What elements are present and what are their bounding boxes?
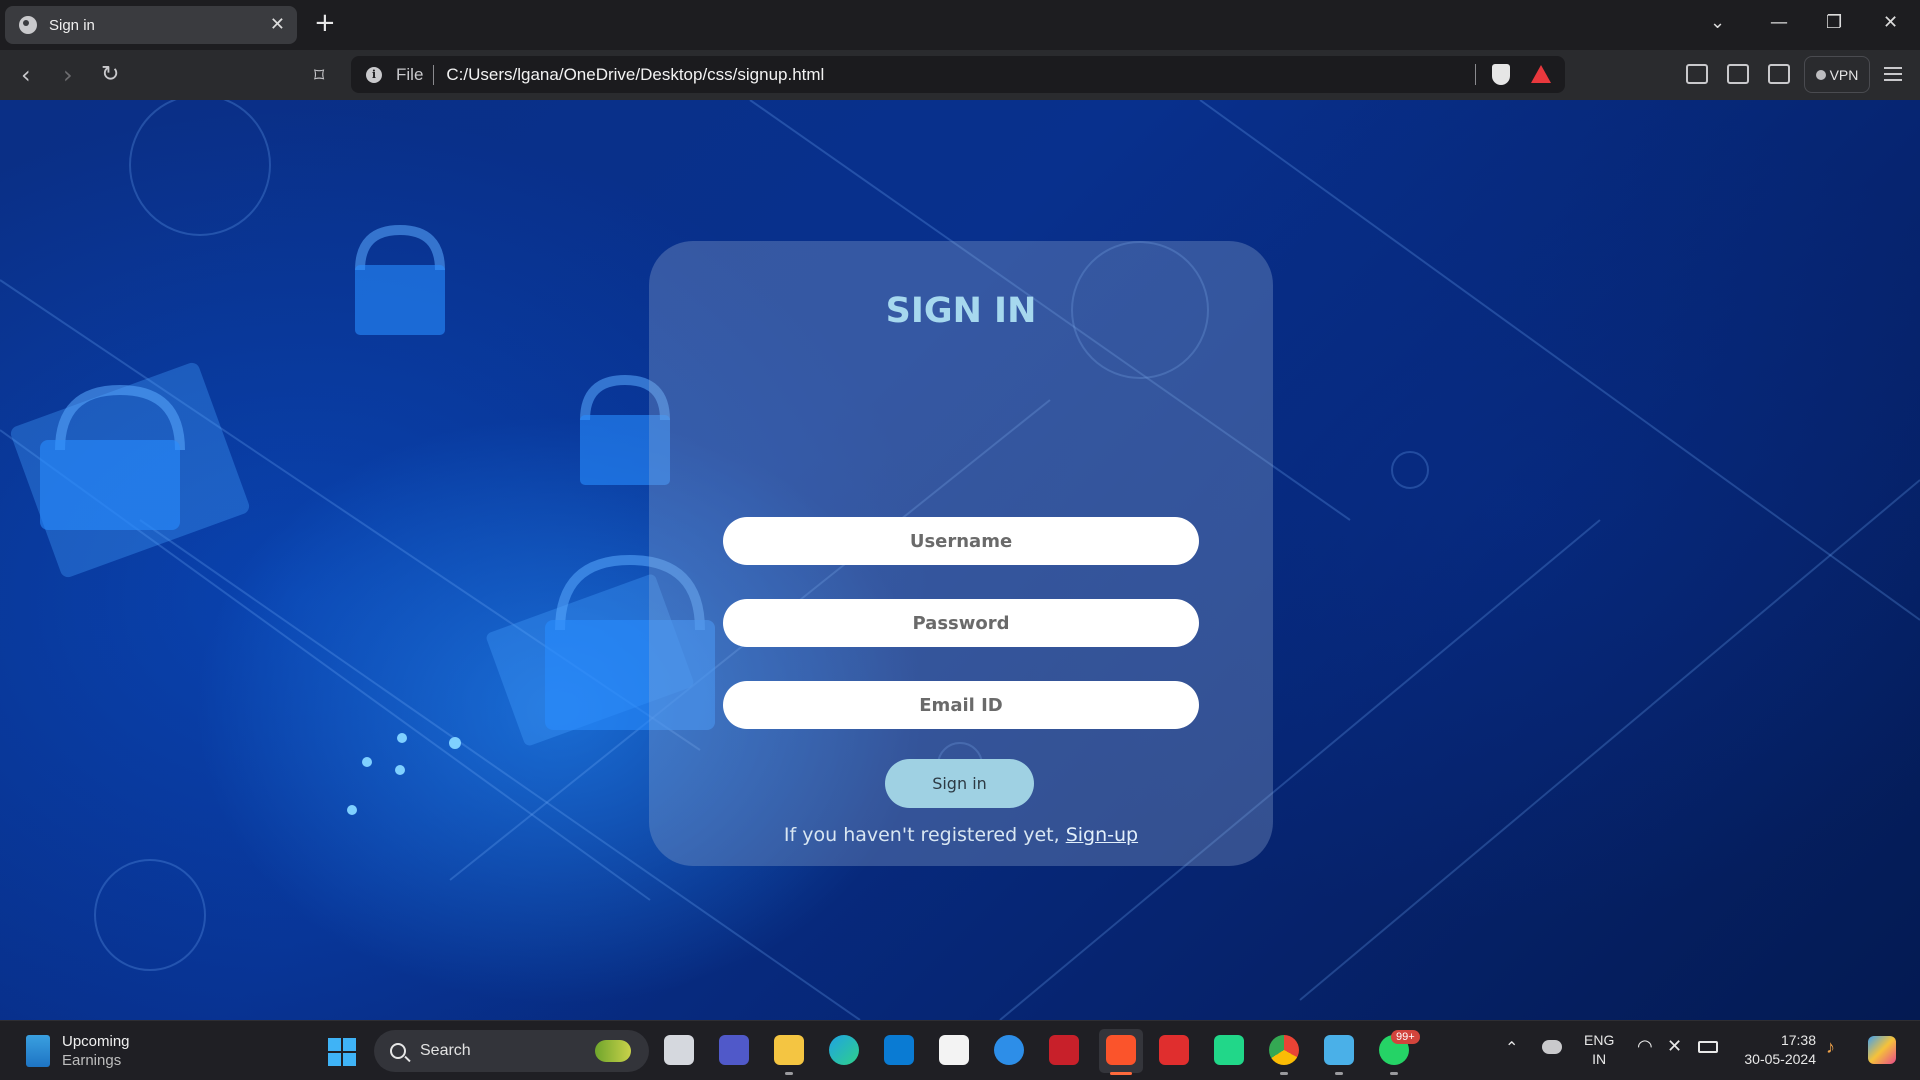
widgets-button[interactable]: Upcoming Earnings	[26, 1032, 130, 1070]
vpn-label: VPN	[1829, 66, 1859, 83]
myhp-icon[interactable]	[884, 1035, 914, 1065]
search-highlight-icon	[595, 1040, 631, 1062]
taskbar: Upcoming Earnings Search 99+ ⌃ ENG IN ◠ …	[0, 1020, 1920, 1080]
search-label: Search	[420, 1042, 471, 1059]
widget-title: Upcoming	[62, 1033, 130, 1050]
file-explorer-icon[interactable]	[774, 1035, 804, 1065]
volume-muted-icon[interactable]: ✕	[1667, 1036, 1682, 1057]
lang-secondary: IN	[1592, 1051, 1607, 1067]
tab-list-chevron-icon[interactable]: ⌄	[1710, 13, 1725, 33]
search-icon	[390, 1043, 406, 1059]
brave-rewards-icon[interactable]	[1531, 65, 1551, 83]
wps-office-icon[interactable]	[1159, 1035, 1189, 1065]
help-icon[interactable]	[994, 1035, 1024, 1065]
browser-tab[interactable]: Sign in ✕	[5, 6, 297, 44]
news-icon	[26, 1035, 50, 1067]
chrome-icon[interactable]	[1269, 1035, 1299, 1065]
running-indicator	[1390, 1072, 1398, 1075]
wallet-icon[interactable]	[1768, 64, 1790, 84]
browser-tab-strip: Sign in ✕ + ⌄ — ❐ ✕	[0, 0, 1920, 50]
tab-close-icon[interactable]: ✕	[270, 15, 285, 33]
sidebar-toggle-icon[interactable]	[1727, 64, 1749, 84]
address-scheme: File	[396, 64, 424, 84]
register-text: If you haven't registered yet,	[783, 824, 1060, 846]
sign-in-card: SIGN IN Sign in If you haven't registere…	[649, 241, 1273, 866]
address-separator	[433, 64, 435, 85]
sign-in-button[interactable]: Sign in	[885, 759, 1034, 808]
onedrive-error-icon[interactable]	[1542, 1040, 1562, 1054]
browser-toolbar: ‹ › ↻ ⌑ i File C:/Users/lgana/OneDrive/D…	[0, 50, 1920, 100]
forward-icon[interactable]: ›	[63, 63, 73, 87]
lang-primary: ENG	[1584, 1032, 1615, 1048]
notification-bell-icon[interactable]: ♪	[1826, 1037, 1835, 1058]
tab-title: Sign in	[49, 16, 95, 34]
clock[interactable]: 17:38 30-05-2024	[1736, 1031, 1816, 1069]
menu-icon[interactable]	[1884, 67, 1902, 81]
site-info-icon[interactable]: i	[366, 66, 382, 83]
brave-shields-icon[interactable]	[1492, 64, 1510, 85]
globe-icon	[19, 16, 37, 34]
windows-logo-tile	[343, 1038, 356, 1051]
widget-subtitle: Earnings	[62, 1052, 122, 1069]
windows-logo-tile	[343, 1053, 356, 1066]
page-viewport: SIGN IN Sign in If you haven't registere…	[0, 100, 1920, 1020]
clock-date: 30-05-2024	[1744, 1051, 1816, 1067]
pycharm-icon[interactable]	[1214, 1035, 1244, 1065]
brave-browser-icon[interactable]	[1106, 1035, 1136, 1065]
battery-icon[interactable]	[1698, 1041, 1718, 1053]
address-separator-right	[1475, 64, 1476, 85]
extensions-icon[interactable]	[1686, 64, 1708, 84]
microsoft-store-icon[interactable]	[939, 1035, 969, 1065]
windows-logo-tile	[328, 1053, 341, 1066]
running-indicator	[1280, 1072, 1288, 1075]
new-tab-icon[interactable]: +	[314, 10, 336, 36]
edge-icon[interactable]	[829, 1035, 859, 1065]
restore-icon[interactable]: ❐	[1826, 13, 1842, 33]
windows-logo-tile	[328, 1038, 341, 1051]
taskbar-search[interactable]: Search	[374, 1030, 649, 1072]
language-indicator[interactable]: ENG IN	[1584, 1031, 1614, 1069]
wifi-icon[interactable]: ◠	[1637, 1036, 1653, 1057]
vpn-status-icon	[1815, 69, 1826, 80]
teams-icon[interactable]	[719, 1035, 749, 1065]
register-prompt: If you haven't registered yet, Sign-up	[649, 824, 1273, 846]
mcafee-icon[interactable]	[1049, 1035, 1079, 1065]
bookmark-icon[interactable]: ⌑	[314, 63, 324, 87]
start-button[interactable]	[328, 1038, 356, 1066]
clock-time: 17:38	[1780, 1032, 1816, 1048]
password-input[interactable]	[723, 599, 1199, 647]
active-indicator	[1110, 1072, 1132, 1075]
email-input[interactable]	[723, 681, 1199, 729]
copilot-icon[interactable]	[1868, 1036, 1896, 1064]
address-bar[interactable]: i File C:/Users/lgana/OneDrive/Desktop/c…	[351, 56, 1565, 93]
running-indicator	[785, 1072, 793, 1075]
sign-up-link[interactable]: Sign-up	[1066, 824, 1138, 846]
vpn-button[interactable]: VPN	[1804, 56, 1870, 93]
reload-icon[interactable]: ↻	[101, 63, 119, 87]
tray-overflow-chevron-icon[interactable]: ⌃	[1505, 1038, 1518, 1058]
username-input[interactable]	[723, 517, 1199, 565]
notepad-icon[interactable]	[1324, 1035, 1354, 1065]
sign-in-title: SIGN IN	[885, 291, 1037, 331]
window-close-icon[interactable]: ✕	[1883, 13, 1898, 33]
task-view-icon[interactable]	[664, 1035, 694, 1065]
back-icon[interactable]: ‹	[21, 63, 31, 87]
running-indicator	[1335, 1072, 1343, 1075]
whatsapp-badge: 99+	[1391, 1030, 1420, 1044]
minimize-icon[interactable]: —	[1770, 13, 1788, 33]
address-url[interactable]: C:/Users/lgana/OneDrive/Desktop/css/sign…	[446, 65, 824, 85]
